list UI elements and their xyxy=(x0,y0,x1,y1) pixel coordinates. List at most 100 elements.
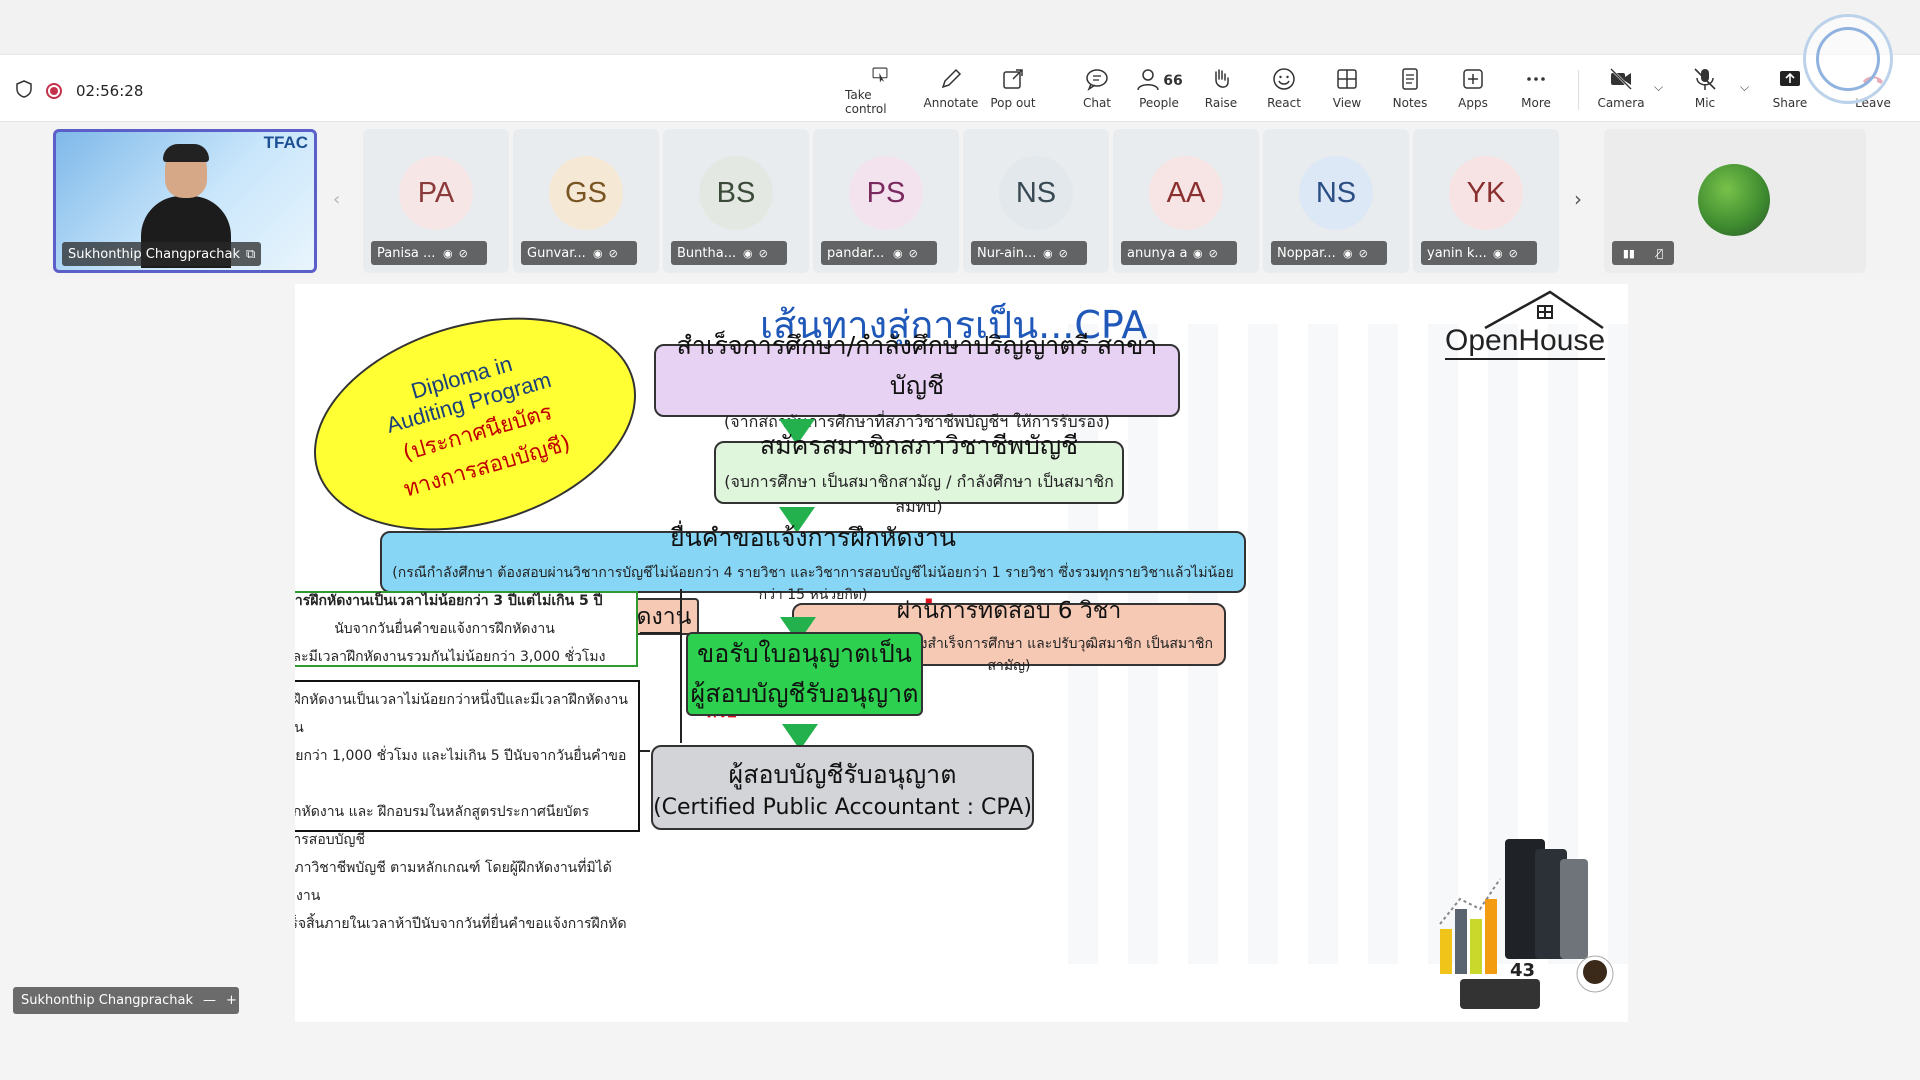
diploma-ellipse: Diploma in Auditing Program (ประกาศนียบั… xyxy=(295,284,662,566)
bot-participant-tile[interactable]: ▮▮ 🎙̸ xyxy=(1604,129,1866,273)
participant-name: Noppar... xyxy=(1277,245,1336,261)
react-label: React xyxy=(1267,96,1301,110)
participant-label: anunya a ◉ ⊘ xyxy=(1121,241,1237,265)
pen-icon xyxy=(941,68,962,89)
training-condition-1-line-3: และมีเวลาฝึกหัดงานรวมกันไม่น้อยกว่า 3,00… xyxy=(295,649,606,665)
strip-next-chevron-icon[interactable]: › xyxy=(1574,187,1582,211)
more-button[interactable]: More xyxy=(1501,66,1571,116)
participant-name: anunya a xyxy=(1127,245,1187,261)
raise-hand-button[interactable]: Raise xyxy=(1186,66,1256,116)
mic-label: Mic xyxy=(1694,96,1716,110)
slide-page-number: 43 xyxy=(1510,960,1536,981)
participant-tile[interactable]: PS pandar... ◉ ⊘ xyxy=(813,129,959,273)
more-icon xyxy=(1527,77,1545,81)
participant-avatar: PA xyxy=(399,156,473,230)
take-control-button[interactable]: Take control xyxy=(845,66,915,116)
participant-label: yanin k... ◉ ⊘ xyxy=(1421,241,1537,265)
participant-tile[interactable]: AA anunya a ◉ ⊘ xyxy=(1113,129,1259,273)
chat-label: Chat xyxy=(1082,96,1112,110)
participant-label: Buntha... ◉ ⊘ xyxy=(671,241,787,265)
training-condition-2-line-5: ให้เสร็จสิ้นภายในเวลาห้าปีนับจากวันที่ยื… xyxy=(295,916,627,932)
mic-off-icon: ⊘ xyxy=(1508,246,1518,260)
participant-avatar: NS xyxy=(1299,156,1373,230)
openhouse-logo: OpenHouse xyxy=(1445,290,1606,372)
step-education-box: สำเร็จการศึกษา/กำลังศึกษาปริญญาตรี สาขาบ… xyxy=(654,331,1180,431)
training-condition-box-1: การฝึกหัดงานเป็นเวลาไม่น้อยกว่า 3 ปีแต่ไ… xyxy=(295,591,638,667)
zoom-out-button[interactable]: — xyxy=(203,993,216,1008)
annotate-button[interactable]: Annotate xyxy=(916,66,986,116)
step-exam-pass-title: ผ่านการทดสอบ 6 วิชา xyxy=(896,597,1122,624)
people-icon xyxy=(1137,69,1159,91)
participant-tile[interactable]: GS Gunvar... ◉ ⊘ xyxy=(513,129,659,273)
view-button[interactable]: View xyxy=(1312,66,1382,116)
participant-name: Nur-ain... xyxy=(977,245,1037,261)
participant-avatar: BS xyxy=(699,156,773,230)
participant-avatar: YK xyxy=(1449,156,1523,230)
mic-options-chevron-icon[interactable]: ⌵ xyxy=(1740,80,1749,95)
pop-out-button[interactable]: Pop out xyxy=(978,66,1048,116)
add-app-icon xyxy=(1463,69,1483,89)
participant-avatar: NS xyxy=(999,156,1073,230)
share-icon xyxy=(1780,71,1800,86)
training-condition-2-line-1: เป็นผู้ฝึกหัดงานเป็นเวลาไม่น้อยกว่าหนึ่ง… xyxy=(295,692,628,736)
presenter-name-label: Sukhonthip Changprachak ⧉ xyxy=(62,242,262,266)
mic-off-icon: ⊘ xyxy=(608,246,618,260)
mic-button[interactable]: Mic xyxy=(1670,66,1740,116)
step-membership-box: สมัครสมาชิกสภาวิชาชีพบัญชี (จบการศึกษา เ… xyxy=(714,431,1124,516)
participant-label: Noppar... ◉ ⊘ xyxy=(1271,241,1387,265)
grid-icon xyxy=(1337,69,1357,89)
step-cpa-box: ผู้สอบบัญชีรับอนุญาต (Certified Public A… xyxy=(651,745,1034,830)
meeting-timer: 02:56:28 xyxy=(76,82,144,100)
participant-tile[interactable]: NS Nur-ain... ◉ ⊘ xyxy=(963,129,1109,273)
step-membership-note: (จบการศึกษา เป็นสมาชิกสามัญ / กำลังศึกษา… xyxy=(724,471,1114,516)
presenter-caption: Sukhonthip Changprachak — + xyxy=(13,987,239,1014)
camera-button[interactable]: Camera xyxy=(1586,66,1656,116)
meeting-status: 02:56:28 xyxy=(16,80,143,102)
step-training-request-box: ยื่นคำขอแจ้งการฝึกหัดงาน (กรณีกำลังศึกษา… xyxy=(380,523,1246,603)
participant-status-icon: ◉ xyxy=(1193,246,1203,260)
raise-label: Raise xyxy=(1204,96,1238,110)
chat-button[interactable]: Chat xyxy=(1062,66,1132,116)
participant-status-icon: ◉ xyxy=(1043,246,1053,260)
participant-status-icon: ◉ xyxy=(1343,246,1353,260)
take-control-label: Take control xyxy=(845,88,887,116)
training-condition-1-line-2: นับจากวันยื่นคำขอแจ้งการฝึกหัดงาน xyxy=(334,621,555,637)
participant-tile[interactable]: NS Noppar... ◉ ⊘ xyxy=(1263,129,1409,273)
bot-status-label: ▮▮ 🎙̸ xyxy=(1612,241,1674,265)
zoom-in-button[interactable]: + xyxy=(226,993,237,1008)
react-button[interactable]: React xyxy=(1249,66,1319,116)
camera-off-icon xyxy=(1610,68,1632,90)
mic-off-icon xyxy=(1694,68,1716,90)
mic-off-icon: ⊘ xyxy=(1208,246,1218,260)
participant-tile[interactable]: PA Panisa ... ◉ ⊘ xyxy=(363,129,509,273)
participant-tile[interactable]: BS Buntha... ◉ ⊘ xyxy=(663,129,809,273)
office-illustration xyxy=(1439,839,1614,1009)
hand-icon xyxy=(1215,69,1229,88)
apps-label: Apps xyxy=(1458,96,1488,110)
participant-status-icon: ◉ xyxy=(893,246,903,260)
training-condition-2-line-4: ของสภาวิชาชีพบัญชี ตามหลักเกณฑ์ โดยผู้ฝึ… xyxy=(295,860,612,904)
training-condition-2-line-3: การฝึกหัดงาน และ ฝึกอบรมในหลักสูตรประกาศ… xyxy=(295,804,590,848)
camera-options-chevron-icon[interactable]: ⌵ xyxy=(1654,80,1663,95)
participant-tile[interactable]: YK yanin k... ◉ ⊘ xyxy=(1413,129,1559,273)
people-button[interactable]: 66 People xyxy=(1124,66,1194,116)
mic-off-icon: ⊘ xyxy=(458,246,468,260)
presenter-caption-name: Sukhonthip Changprachak xyxy=(21,993,194,1008)
notes-button[interactable]: Notes xyxy=(1375,66,1445,116)
organization-seal-watermark xyxy=(1803,14,1893,104)
take-control-icon xyxy=(872,67,888,83)
mic-off-icon: ⊘ xyxy=(1058,246,1068,260)
mic-off-icon: ⊘ xyxy=(1358,246,1368,260)
mic-off-icon: 🎙̸ xyxy=(1656,246,1664,260)
connector-to-box-1 xyxy=(640,632,680,634)
notes-label: Notes xyxy=(1392,96,1428,110)
apps-button[interactable]: Apps xyxy=(1438,66,1508,116)
people-label: People xyxy=(1139,96,1179,110)
shared-slide: เส้นทางสู่การเป็น...CPA OpenHouse Diplom… xyxy=(295,284,1628,1022)
participant-status-icon: ◉ xyxy=(443,246,453,260)
participant-label: Gunvar... ◉ ⊘ xyxy=(521,241,637,265)
strip-prev-chevron-icon[interactable]: ‹ xyxy=(333,189,340,210)
participant-label: pandar... ◉ ⊘ xyxy=(821,241,937,265)
toolbar-divider xyxy=(1578,70,1579,110)
presenter-video-tile[interactable]: TFAC Sukhonthip Changprachak ⧉ xyxy=(53,129,317,273)
